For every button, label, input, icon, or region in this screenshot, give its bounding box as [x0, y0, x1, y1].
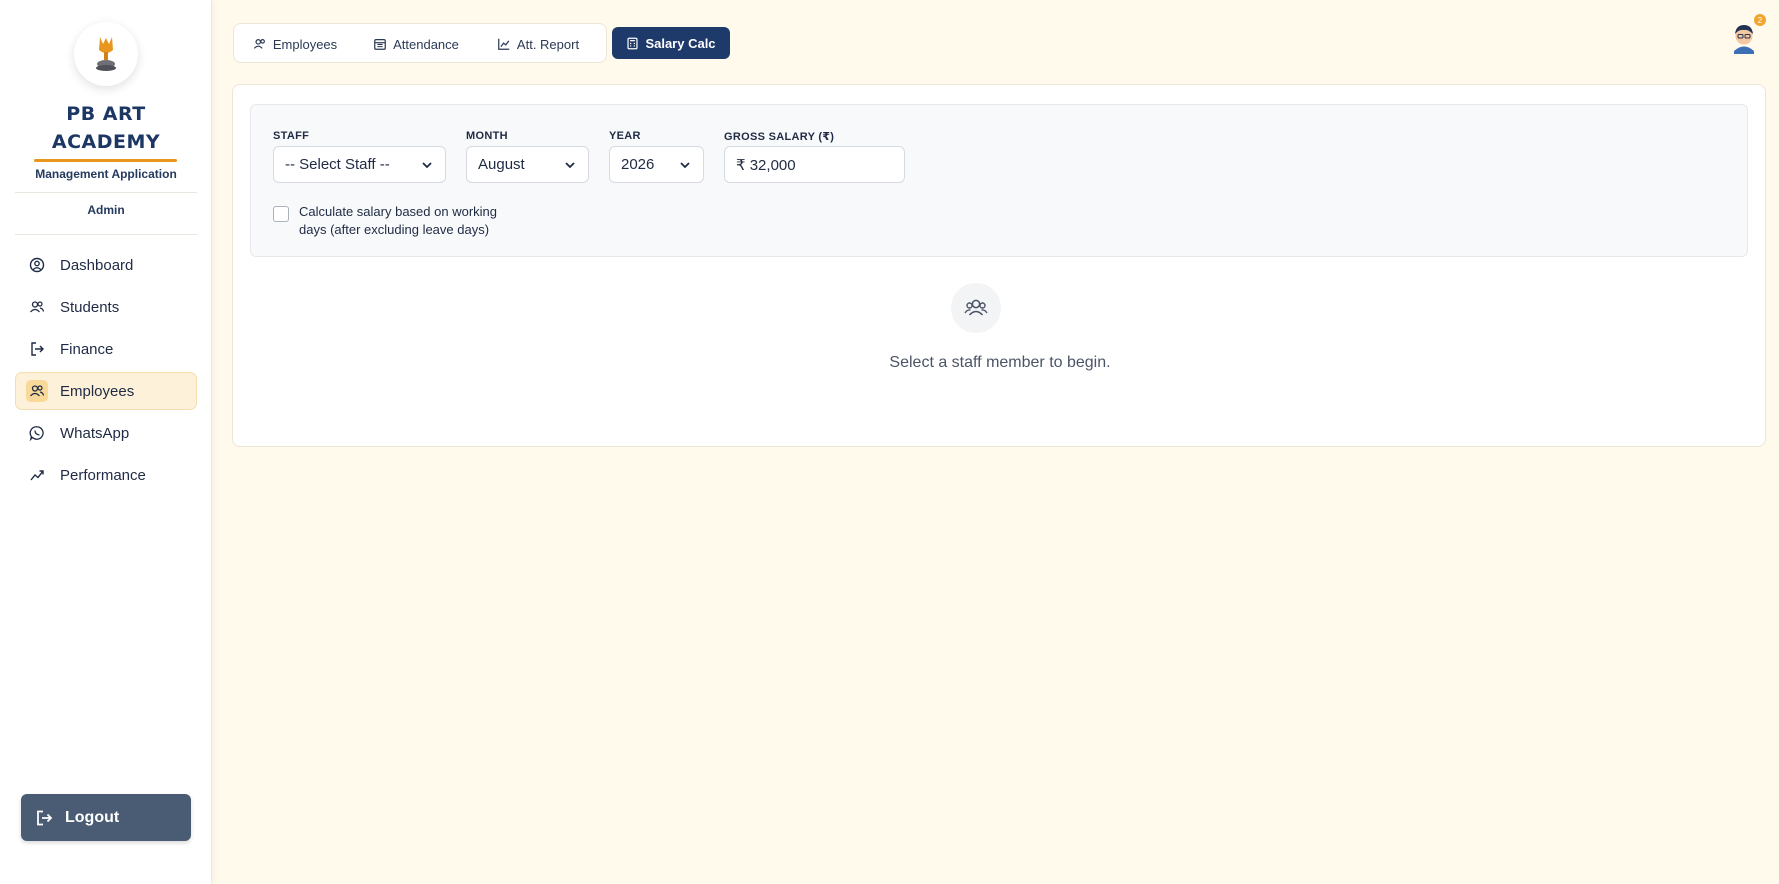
chevron-down-icon: [563, 158, 577, 172]
logout-button[interactable]: Logout: [21, 794, 191, 841]
working-days-label[interactable]: Calculate salary based on working days (…: [299, 203, 509, 239]
month-select[interactable]: August: [466, 146, 589, 183]
salary-calc-card: STAFF -- Select Staff -- MONTH August YE…: [232, 84, 1766, 447]
students-icon: [26, 296, 48, 318]
gross-salary-value: ₹ 32,000: [736, 156, 796, 174]
logout-label: Logout: [65, 808, 120, 826]
sidebar-divider: [15, 192, 197, 193]
sidebar-item-label: WhatsApp: [60, 424, 130, 442]
sidebar: PB ART ACADEMY Management Application Ad…: [0, 0, 212, 884]
performance-icon: [26, 464, 48, 486]
working-days-checkbox[interactable]: [273, 206, 289, 222]
sidebar-divider: [15, 234, 197, 235]
chevron-down-icon: [678, 158, 692, 172]
month-label: MONTH: [466, 130, 508, 142]
app-subtitle: Management Application: [35, 167, 177, 181]
whatsapp-icon: [26, 422, 48, 444]
brand-name: PB ART ACADEMY: [0, 100, 212, 156]
sidebar-item-label: Performance: [60, 466, 146, 484]
tab-att-report[interactable]: Att. Report: [486, 28, 590, 60]
year-select[interactable]: 2026: [609, 146, 704, 183]
calendar-icon: [373, 37, 387, 51]
trophy-logo-icon: [96, 37, 116, 71]
notification-badge: 2: [1754, 14, 1766, 26]
brand-line-2: ACADEMY: [51, 131, 161, 153]
gross-salary-label: GROSS SALARY (₹): [724, 131, 835, 143]
sidebar-item-label: Finance: [60, 340, 114, 358]
sidebar-item-whatsapp[interactable]: WhatsApp: [15, 414, 197, 452]
calculator-icon: [626, 37, 639, 50]
finance-icon: [26, 338, 48, 360]
tab-salary-calc[interactable]: Salary Calc: [612, 27, 730, 59]
tab-label: Attendance: [393, 36, 459, 52]
sidebar-item-label: Students: [60, 298, 120, 316]
user-role: Admin: [87, 203, 125, 217]
academy-logo: [74, 22, 138, 86]
sidebar-item-dashboard[interactable]: Dashboard: [15, 246, 197, 284]
year-select-value: 2026: [621, 156, 655, 173]
sidebar-item-label: Employees: [60, 382, 135, 400]
sidebar-item-employees[interactable]: Employees: [15, 372, 197, 410]
dashboard-icon: [26, 254, 48, 276]
chevron-down-icon: [420, 158, 434, 172]
tab-attendance[interactable]: Attendance: [362, 28, 470, 60]
tab-label: Att. Report: [516, 36, 580, 52]
staff-select[interactable]: -- Select Staff --: [273, 146, 446, 183]
employees-icon: [26, 380, 48, 402]
sidebar-item-finance[interactable]: Finance: [15, 330, 197, 368]
staff-select-value: -- Select Staff --: [285, 156, 390, 173]
month-select-value: August: [478, 156, 525, 173]
year-label: YEAR: [609, 130, 641, 142]
staff-label: STAFF: [273, 130, 310, 142]
sidebar-item-performance[interactable]: Performance: [15, 456, 197, 494]
salary-filters: STAFF -- Select Staff -- MONTH August YE…: [250, 104, 1748, 257]
tab-label: Salary Calc: [645, 35, 716, 51]
employees-icon: [253, 37, 267, 51]
tab-label: Employees: [272, 36, 338, 52]
users-icon: [964, 299, 988, 316]
sidebar-nav: Dashboard Students Finance Employees Wha…: [15, 246, 197, 498]
sidebar-item-label: Dashboard: [60, 256, 134, 274]
brand-underline: [34, 159, 177, 162]
avatar-icon: [1734, 25, 1754, 54]
gross-salary-input[interactable]: ₹ 32,000: [724, 146, 905, 183]
tab-employees[interactable]: Employees: [242, 28, 348, 60]
empty-state-icon-wrap: [951, 283, 1001, 333]
user-avatar[interactable]: [1728, 20, 1760, 54]
sidebar-item-students[interactable]: Students: [15, 288, 197, 326]
empty-state-message: Select a staff member to begin.: [889, 354, 1111, 371]
brand-line-1: PB ART: [66, 103, 146, 125]
chart-icon: [497, 37, 511, 51]
tab-bar: Employees Attendance Att. Report: [233, 23, 607, 63]
logout-icon: [35, 809, 53, 827]
